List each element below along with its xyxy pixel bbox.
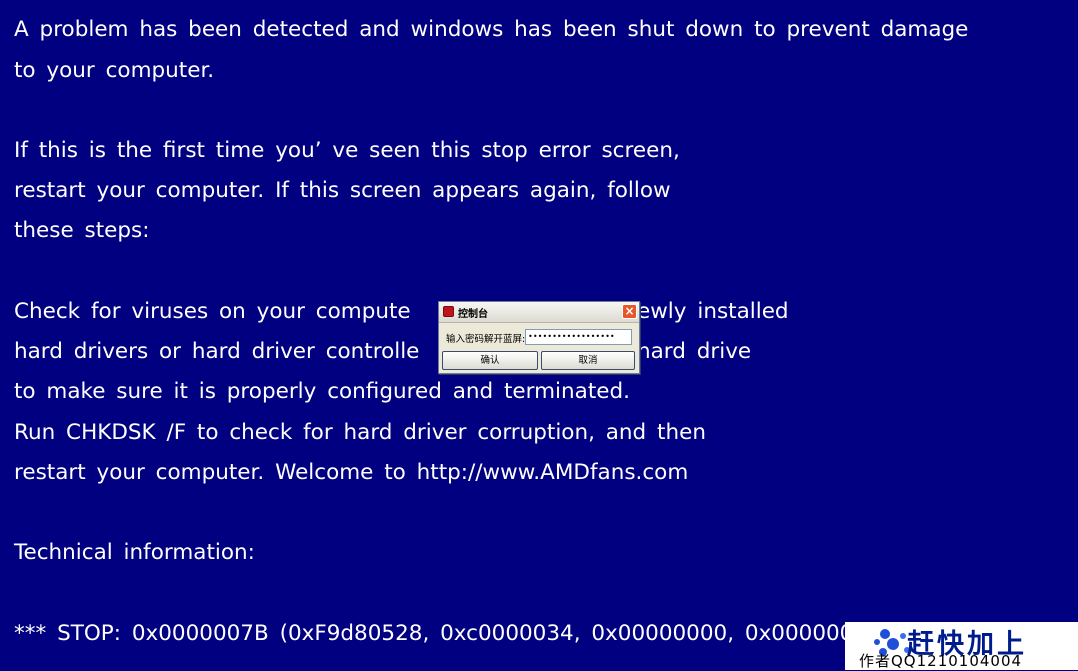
- bsod-line-9: Run CHKDSK /F to check for hard driver c…: [14, 420, 706, 445]
- bsod-line-2: to your computer.: [14, 58, 215, 83]
- watermark: 赶快加上 作者QQ1210104004: [845, 622, 1078, 670]
- bsod-line-7a: hard drivers or hard driver controlle: [14, 339, 420, 364]
- bsod-line-5: these steps:: [14, 218, 150, 243]
- watermark-subtitle: 作者QQ1210104004: [859, 652, 1023, 670]
- close-icon[interactable]: ×: [622, 304, 637, 319]
- bsod-line-6b: ewly installed: [637, 299, 789, 324]
- ok-button[interactable]: 确认: [442, 351, 538, 370]
- dialog-title: 控制台: [458, 309, 488, 320]
- app-icon: [443, 306, 454, 317]
- bsod-line-10: restart your computer. Welcome to http:/…: [14, 460, 689, 485]
- password-prompt-label: 输入密码解开蓝屏:: [446, 334, 526, 345]
- unlock-dialog: 控制台 × 输入密码解开蓝屏: •••••••••••••••••• 确认 取消: [438, 301, 640, 374]
- cancel-button[interactable]: 取消: [541, 351, 635, 370]
- bsod-line-11: Technical information:: [14, 540, 255, 565]
- bsod-line-8: to make sure it is properly configured a…: [14, 379, 630, 404]
- dialog-titlebar[interactable]: 控制台 ×: [439, 302, 639, 323]
- bsod-line-4: restart your computer. If this screen ap…: [14, 178, 671, 203]
- bsod-line-6a: Check for viruses on your compute: [14, 299, 411, 324]
- bsod-stop-code: *** STOP: 0x0000007B (0xF9d80528, 0xc000…: [14, 621, 868, 646]
- password-input[interactable]: ••••••••••••••••••: [525, 329, 632, 345]
- bsod-line-1: A problem has been detected and windows …: [14, 17, 969, 42]
- bsod-line-3: If this is the first time you’ ve seen t…: [14, 138, 680, 163]
- bsod-line-7b: hard drive: [637, 339, 752, 364]
